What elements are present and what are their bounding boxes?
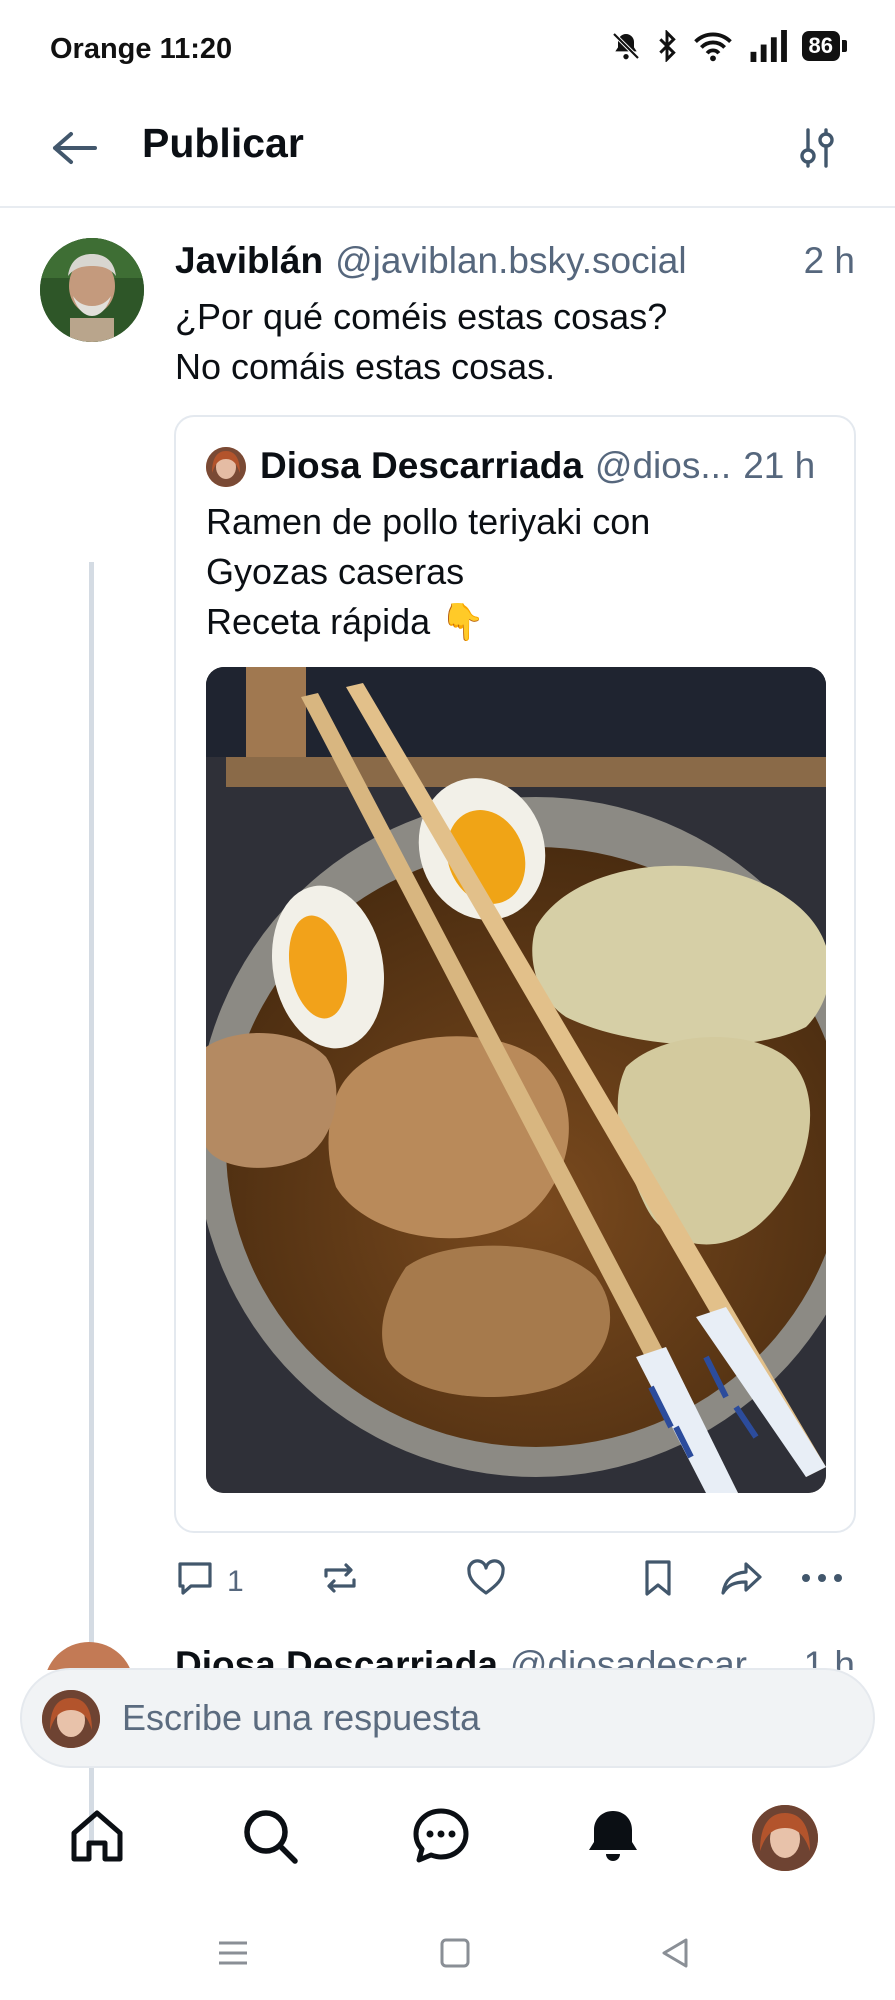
quote-author-avatar	[206, 447, 246, 487]
top-header: Publicar	[0, 100, 895, 208]
status-carrier-time: Orange 11:20	[50, 33, 233, 65]
post-text: ¿Por qué coméis estas cosas? No comáis e…	[175, 296, 668, 387]
next-reply-peek[interactable]: Diosa Descarriada @diosadescar... 1 h	[0, 1636, 895, 1670]
more-dots-icon	[800, 1558, 844, 1606]
next-reply-avatar	[44, 1642, 134, 1670]
reply-placeholder[interactable]: Escribe una respuesta	[122, 1697, 480, 1739]
quote-header: Diosa Descarriada @dios... 21 h	[260, 443, 832, 489]
page-title: Publicar	[142, 120, 304, 166]
comment-icon	[175, 1558, 215, 1606]
share-button[interactable]	[720, 1552, 764, 1612]
quote-handle: @dios...	[594, 445, 732, 486]
sliders-icon	[797, 126, 837, 175]
triangle-back-icon	[658, 1936, 692, 1975]
system-menu-button[interactable]	[208, 1930, 258, 1980]
author-avatar[interactable]	[40, 238, 144, 342]
heart-icon	[465, 1558, 507, 1606]
post-handle[interactable]: @javiblan.bsky.social	[335, 238, 687, 284]
current-user-avatar	[42, 1690, 100, 1748]
post-time[interactable]: 2 h	[804, 238, 855, 284]
back-button[interactable]	[46, 122, 102, 178]
repost-icon	[320, 1558, 360, 1606]
bookmark-icon	[640, 1558, 676, 1606]
profile-avatar	[752, 1805, 818, 1871]
status-bar: Orange 11:20 86	[0, 0, 895, 100]
like-button[interactable]	[465, 1552, 507, 1612]
battery-level: 86	[801, 31, 840, 61]
nav-home[interactable]	[62, 1803, 132, 1873]
post-author[interactable]: Javiblán	[175, 238, 323, 284]
system-navigation-bar	[0, 1910, 895, 2000]
quote-time: 21 h	[743, 445, 816, 486]
search-icon	[239, 1805, 301, 1872]
nav-chat[interactable]	[406, 1803, 476, 1873]
next-reply-header: Diosa Descarriada @diosadescar... 1 h	[175, 1642, 855, 1670]
nav-profile[interactable]	[750, 1803, 820, 1873]
mute-bell-icon	[610, 30, 642, 62]
status-icons: 86	[610, 30, 847, 62]
post-header: Javiblán @javiblan.bsky.social 2 h	[175, 238, 855, 284]
reply-button[interactable]: 1	[175, 1552, 244, 1612]
nav-search[interactable]	[235, 1803, 305, 1873]
next-reply-author: Diosa Descarriada	[175, 1644, 498, 1670]
arrow-left-icon	[49, 128, 99, 173]
post-actions: 1	[175, 1552, 855, 1612]
bluetooth-icon	[656, 30, 678, 62]
bell-icon	[582, 1805, 644, 1872]
next-reply-handle: @diosadescar...	[509, 1644, 776, 1670]
quote-text: Ramen de pollo teriyaki con Gyozas caser…	[206, 501, 651, 642]
reply-count: 1	[227, 1565, 244, 1598]
next-reply-time: 1 h	[803, 1644, 855, 1670]
system-back-button[interactable]	[650, 1930, 700, 1980]
square-icon	[438, 1936, 472, 1975]
bottom-navigation	[0, 1775, 895, 1905]
battery-icon: 86	[801, 31, 847, 61]
bookmark-button[interactable]	[640, 1552, 676, 1612]
quoted-post[interactable]: Diosa Descarriada @dios... 21 h Ramen de…	[174, 415, 856, 1533]
quote-author: Diosa Descarriada	[260, 445, 583, 486]
repost-button[interactable]	[320, 1552, 360, 1612]
system-home-button[interactable]	[430, 1930, 480, 1980]
ramen-photo[interactable]	[206, 667, 826, 1493]
menu-lines-icon	[216, 1938, 250, 1973]
reply-composer-bar[interactable]: Escribe una respuesta	[20, 1668, 875, 1768]
more-options-button[interactable]	[800, 1552, 844, 1612]
thread-settings-button[interactable]	[787, 120, 847, 180]
share-icon	[720, 1558, 764, 1606]
chat-icon	[410, 1805, 472, 1872]
nav-notifications[interactable]	[578, 1803, 648, 1873]
signal-icon	[748, 30, 788, 62]
home-icon	[66, 1805, 128, 1872]
wifi-icon	[692, 30, 734, 62]
